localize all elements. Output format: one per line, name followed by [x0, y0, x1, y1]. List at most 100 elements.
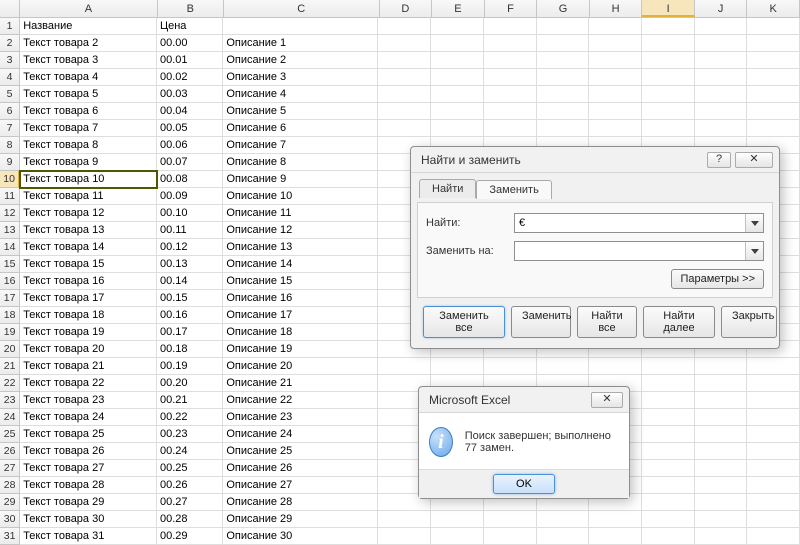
column-header-G[interactable]: G	[537, 0, 590, 17]
row-header[interactable]: 4	[0, 69, 20, 86]
cell[interactable]: 00.13	[157, 256, 223, 273]
cell[interactable]	[537, 69, 590, 86]
cell[interactable]	[695, 494, 748, 511]
cell[interactable]: Текст товара 5	[20, 86, 157, 103]
cell[interactable]	[431, 86, 484, 103]
cell[interactable]: Описание 4	[223, 86, 378, 103]
cell[interactable]: Описание 27	[223, 477, 378, 494]
cell[interactable]	[431, 18, 484, 35]
cell[interactable]: 00.06	[157, 137, 223, 154]
cell[interactable]: 00.15	[157, 290, 223, 307]
cell[interactable]	[642, 69, 695, 86]
cell[interactable]: Текст товара 4	[20, 69, 157, 86]
cell[interactable]: 00.09	[157, 188, 223, 205]
cell[interactable]: Описание 16	[223, 290, 378, 307]
cell[interactable]	[431, 69, 484, 86]
row-header[interactable]: 22	[0, 375, 20, 392]
cell[interactable]	[747, 69, 800, 86]
cell[interactable]	[537, 120, 590, 137]
find-combo[interactable]	[514, 213, 764, 233]
cell[interactable]: Текст товара 12	[20, 205, 157, 222]
cell[interactable]	[642, 35, 695, 52]
row-header[interactable]: 17	[0, 290, 20, 307]
cell[interactable]: Текст товара 31	[20, 528, 157, 545]
cell[interactable]: Описание 5	[223, 103, 378, 120]
cell[interactable]: 00.16	[157, 307, 223, 324]
row-header[interactable]: 8	[0, 137, 20, 154]
cell[interactable]	[537, 18, 590, 35]
cell[interactable]	[747, 409, 800, 426]
cell[interactable]: Текст товара 30	[20, 511, 157, 528]
cell[interactable]	[747, 52, 800, 69]
cell[interactable]	[695, 443, 748, 460]
cell[interactable]: 00.23	[157, 426, 223, 443]
column-header-J[interactable]: J	[695, 0, 748, 17]
cell[interactable]	[695, 18, 748, 35]
cell[interactable]	[642, 18, 695, 35]
cell[interactable]	[747, 358, 800, 375]
cell[interactable]	[695, 477, 748, 494]
cell[interactable]: Описание 13	[223, 239, 378, 256]
tab-replace[interactable]: Заменить	[476, 180, 551, 199]
cell[interactable]	[642, 120, 695, 137]
cell[interactable]: 00.21	[157, 392, 223, 409]
cell[interactable]	[695, 528, 748, 545]
cell[interactable]	[747, 103, 800, 120]
cell[interactable]: Описание 15	[223, 273, 378, 290]
cell[interactable]: Описание 28	[223, 494, 378, 511]
row-header[interactable]: 28	[0, 477, 20, 494]
cell[interactable]: 00.12	[157, 239, 223, 256]
cell[interactable]: 00.00	[157, 35, 223, 52]
cell[interactable]	[642, 358, 695, 375]
row-header[interactable]: 2	[0, 35, 20, 52]
cell[interactable]	[642, 460, 695, 477]
replace-all-button[interactable]: Заменить все	[423, 306, 505, 338]
row-header[interactable]: 7	[0, 120, 20, 137]
cell[interactable]	[484, 52, 537, 69]
cell[interactable]	[695, 426, 748, 443]
cell[interactable]: 00.22	[157, 409, 223, 426]
cell[interactable]	[747, 375, 800, 392]
cell[interactable]	[642, 409, 695, 426]
cell[interactable]	[589, 528, 642, 545]
cell[interactable]	[484, 120, 537, 137]
cell[interactable]	[537, 511, 590, 528]
cell[interactable]	[431, 120, 484, 137]
help-button[interactable]: ?	[707, 152, 731, 168]
column-header-C[interactable]: C	[224, 0, 380, 17]
cell[interactable]	[431, 511, 484, 528]
column-header-I[interactable]: I	[642, 0, 695, 17]
cell[interactable]	[747, 35, 800, 52]
cell[interactable]: 00.26	[157, 477, 223, 494]
cell[interactable]: Текст товара 6	[20, 103, 157, 120]
column-header-B[interactable]: B	[158, 0, 224, 17]
cell[interactable]: Описание 6	[223, 120, 378, 137]
cell[interactable]: Описание 9	[223, 171, 378, 188]
cell[interactable]: Описание 30	[223, 528, 378, 545]
cell[interactable]	[378, 52, 431, 69]
cell[interactable]: 00.07	[157, 154, 223, 171]
cell[interactable]	[747, 511, 800, 528]
cell[interactable]: Описание 1	[223, 35, 378, 52]
column-header-A[interactable]: A	[20, 0, 157, 17]
cell[interactable]	[695, 86, 748, 103]
cell[interactable]	[378, 69, 431, 86]
cell[interactable]	[747, 460, 800, 477]
cell[interactable]	[747, 494, 800, 511]
cell[interactable]	[537, 358, 590, 375]
cell[interactable]: Текст товара 17	[20, 290, 157, 307]
cell[interactable]: Описание 19	[223, 341, 378, 358]
ok-button[interactable]: OK	[493, 474, 555, 494]
find-all-button[interactable]: Найти все	[577, 306, 637, 338]
cell[interactable]	[378, 86, 431, 103]
cell[interactable]: 00.24	[157, 443, 223, 460]
cell[interactable]	[695, 511, 748, 528]
cell[interactable]: 00.19	[157, 358, 223, 375]
cell[interactable]: Текст товара 15	[20, 256, 157, 273]
cell[interactable]: Описание 20	[223, 358, 378, 375]
cell[interactable]	[695, 460, 748, 477]
cell[interactable]	[695, 103, 748, 120]
cell[interactable]	[695, 409, 748, 426]
cell[interactable]: 00.27	[157, 494, 223, 511]
cell[interactable]: Текст товара 19	[20, 324, 157, 341]
